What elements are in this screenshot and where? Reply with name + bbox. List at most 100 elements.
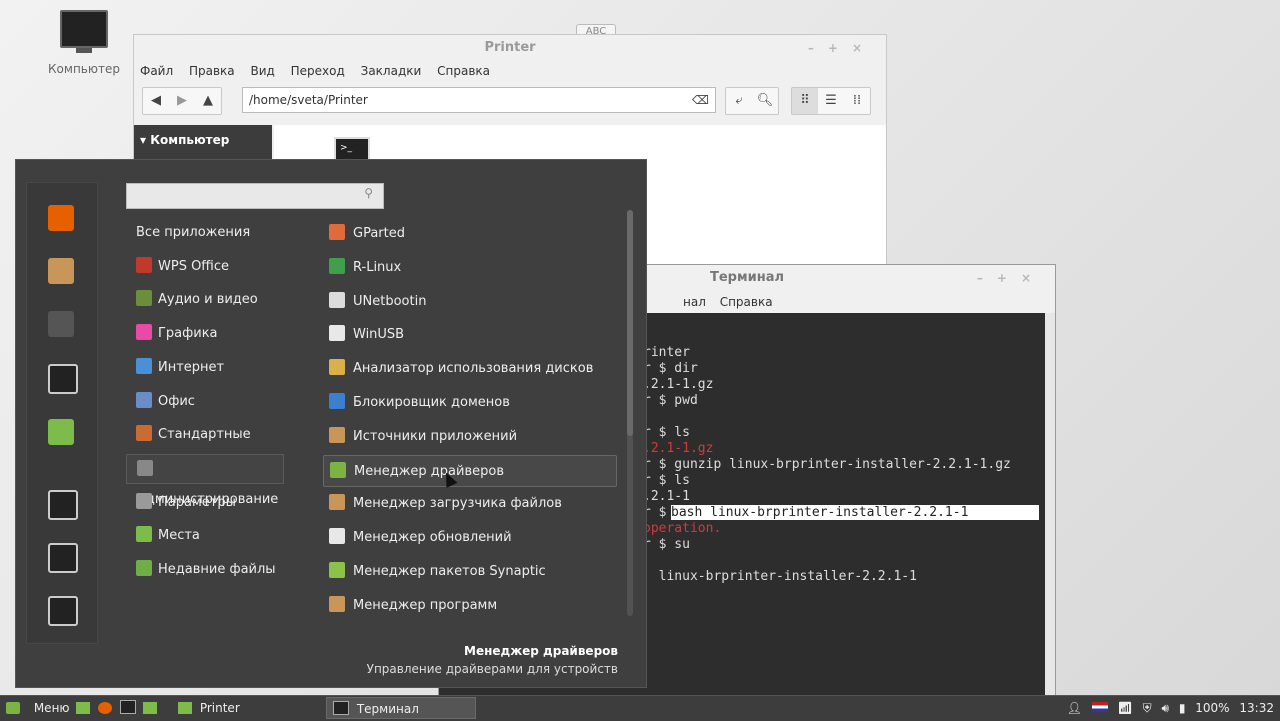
- window-controls[interactable]: –+×: [977, 265, 1045, 291]
- settings-icon: [136, 492, 152, 509]
- winusb-icon: [329, 325, 345, 342]
- firefox-icon[interactable]: [48, 205, 74, 231]
- app-item[interactable]: Менеджер пакетов Synaptic: [323, 556, 617, 588]
- app-item[interactable]: Блокировщик доменов: [323, 387, 617, 419]
- app-label: Менеджер драйверов: [354, 463, 504, 479]
- app-label: Блокировщик доменов: [353, 395, 510, 410]
- menu-bookmarks[interactable]: Закладки: [361, 64, 422, 78]
- lock-screen-icon[interactable]: [48, 490, 78, 520]
- quick-launch: [76, 698, 161, 719]
- category-item[interactable]: Интернет: [126, 353, 284, 383]
- category-item[interactable]: Аудио и видео: [126, 285, 284, 315]
- volume-icon[interactable]: 🔊︎: [1161, 701, 1169, 715]
- show-desktop-icon[interactable]: [76, 702, 90, 714]
- folder-icon: [178, 702, 192, 714]
- wps-icon: [136, 256, 152, 273]
- scrollbar-thumb[interactable]: [627, 210, 633, 436]
- updates-icon[interactable]: ⛨: [1143, 701, 1152, 715]
- update-manager-icon: [329, 528, 345, 545]
- terminal-line: linux-brprinter-installer-2.2.1-1: [643, 569, 917, 584]
- app-item[interactable]: Анализатор использования дисков: [323, 353, 617, 385]
- icon-view-icon[interactable]: ⠿: [792, 88, 818, 114]
- location-bar[interactable]: /home/sveta/Printer ⌫: [242, 87, 716, 113]
- graphics-icon: [136, 324, 152, 341]
- app-item[interactable]: GParted: [323, 218, 617, 250]
- audio-video-icon: [136, 290, 152, 307]
- category-item[interactable]: Все приложения: [126, 218, 284, 248]
- battery-percent: 100%: [1195, 701, 1230, 715]
- menu-go[interactable]: Переход: [291, 64, 345, 78]
- clock[interactable]: 13:32: [1239, 701, 1274, 715]
- list-view-icon[interactable]: ☰: [818, 88, 844, 114]
- up-icon[interactable]: ▲: [195, 88, 221, 114]
- menu-help[interactable]: Справка: [437, 64, 490, 78]
- app-item[interactable]: UNetbootin: [323, 286, 617, 318]
- menu-file[interactable]: Файл: [140, 64, 173, 78]
- app-item[interactable]: Менеджер программ: [323, 590, 617, 622]
- system-settings-icon[interactable]: [48, 311, 74, 337]
- back-icon[interactable]: ◀: [143, 88, 169, 114]
- menu-button-label: Меню: [33, 701, 70, 715]
- search-input[interactable]: ⚲: [126, 183, 384, 209]
- firefox-icon[interactable]: [97, 702, 112, 714]
- battery-icon[interactable]: ▮: [1179, 701, 1186, 715]
- app-item[interactable]: Менеджер загрузчика файлов: [323, 488, 617, 520]
- taskbar-window-printer[interactable]: Printer: [172, 697, 322, 719]
- terminal-line: .2.1-1.gz: [643, 441, 714, 456]
- shutdown-icon[interactable]: [48, 596, 78, 626]
- menu-terminal[interactable]: нал: [683, 295, 706, 309]
- category-label: Графика: [158, 326, 218, 342]
- software-manager-icon[interactable]: [48, 258, 74, 284]
- category-item[interactable]: Офис: [126, 387, 284, 417]
- category-item[interactable]: Места: [126, 521, 284, 551]
- app-item[interactable]: R-Linux: [323, 252, 617, 284]
- app-label: Источники приложений: [353, 428, 518, 444]
- category-label: Недавние файлы: [158, 562, 276, 577]
- terminal-line: r $ ls: [643, 425, 690, 440]
- app-label: GParted: [353, 226, 405, 241]
- desktop-computer-icon[interactable]: Компьютер: [46, 10, 122, 76]
- terminal-icon[interactable]: [119, 700, 136, 714]
- view-buttons: ⠿ ☰ ⁞⁞: [791, 87, 871, 115]
- taskbar-window-terminal[interactable]: Терминал: [326, 697, 476, 719]
- folder-icon[interactable]: [143, 702, 158, 714]
- menubar: Файл Правка Вид Переход Закладки Справка: [134, 61, 886, 81]
- nav-buttons: ◀ ▶ ▲: [142, 87, 222, 115]
- logout-icon[interactable]: [48, 543, 78, 573]
- compact-view-icon[interactable]: ⁞⁞: [844, 88, 870, 114]
- scrollbar[interactable]: [1045, 313, 1055, 697]
- toggle-location-icon[interactable]: ⤶: [726, 88, 752, 114]
- app-item[interactable]: Менеджер обновлений: [323, 522, 617, 554]
- places-icon: [136, 526, 152, 543]
- category-item[interactable]: Параметры: [126, 488, 284, 518]
- network-icon[interactable]: 📶︎: [1118, 701, 1133, 715]
- keyboard-layout-flag-icon[interactable]: [1091, 702, 1108, 712]
- app-item[interactable]: Источники приложений: [323, 421, 617, 453]
- app-item[interactable]: Менеджер драйверов: [323, 454, 617, 487]
- forward-icon[interactable]: ▶: [169, 88, 195, 114]
- user-icon[interactable]: 👤︎: [1067, 701, 1082, 715]
- menu-help[interactable]: Справка: [720, 295, 773, 309]
- sidebar-header[interactable]: ▾ Компьютер: [134, 125, 272, 155]
- clear-icon[interactable]: ⌫: [692, 88, 709, 112]
- administration-icon: [137, 459, 153, 476]
- app-item[interactable]: WinUSB: [323, 319, 617, 351]
- window-controls[interactable]: –+×: [808, 35, 876, 61]
- folder-icon[interactable]: [48, 419, 74, 445]
- category-item[interactable]: Стандартные: [126, 420, 284, 450]
- menu-edit[interactable]: Правка: [189, 64, 235, 78]
- category-item[interactable]: WPS Office: [126, 252, 284, 282]
- menu-view[interactable]: Вид: [250, 64, 274, 78]
- terminal-icon[interactable]: [48, 364, 78, 394]
- app-label: UNetbootin: [353, 293, 427, 309]
- search-icon: ⚲: [364, 186, 373, 200]
- menu-button[interactable]: Меню: [6, 698, 70, 719]
- app-label: Менеджер обновлений: [353, 530, 512, 546]
- category-label: Все приложения: [136, 225, 251, 240]
- scrollbar[interactable]: [627, 210, 633, 616]
- category-item[interactable]: Графика: [126, 319, 284, 349]
- category-item[interactable]: Администрирование: [126, 453, 284, 507]
- category-item[interactable]: Недавние файлы: [126, 555, 284, 585]
- synaptic-icon: [329, 562, 345, 578]
- search-icon[interactable]: 🔍︎: [752, 88, 778, 114]
